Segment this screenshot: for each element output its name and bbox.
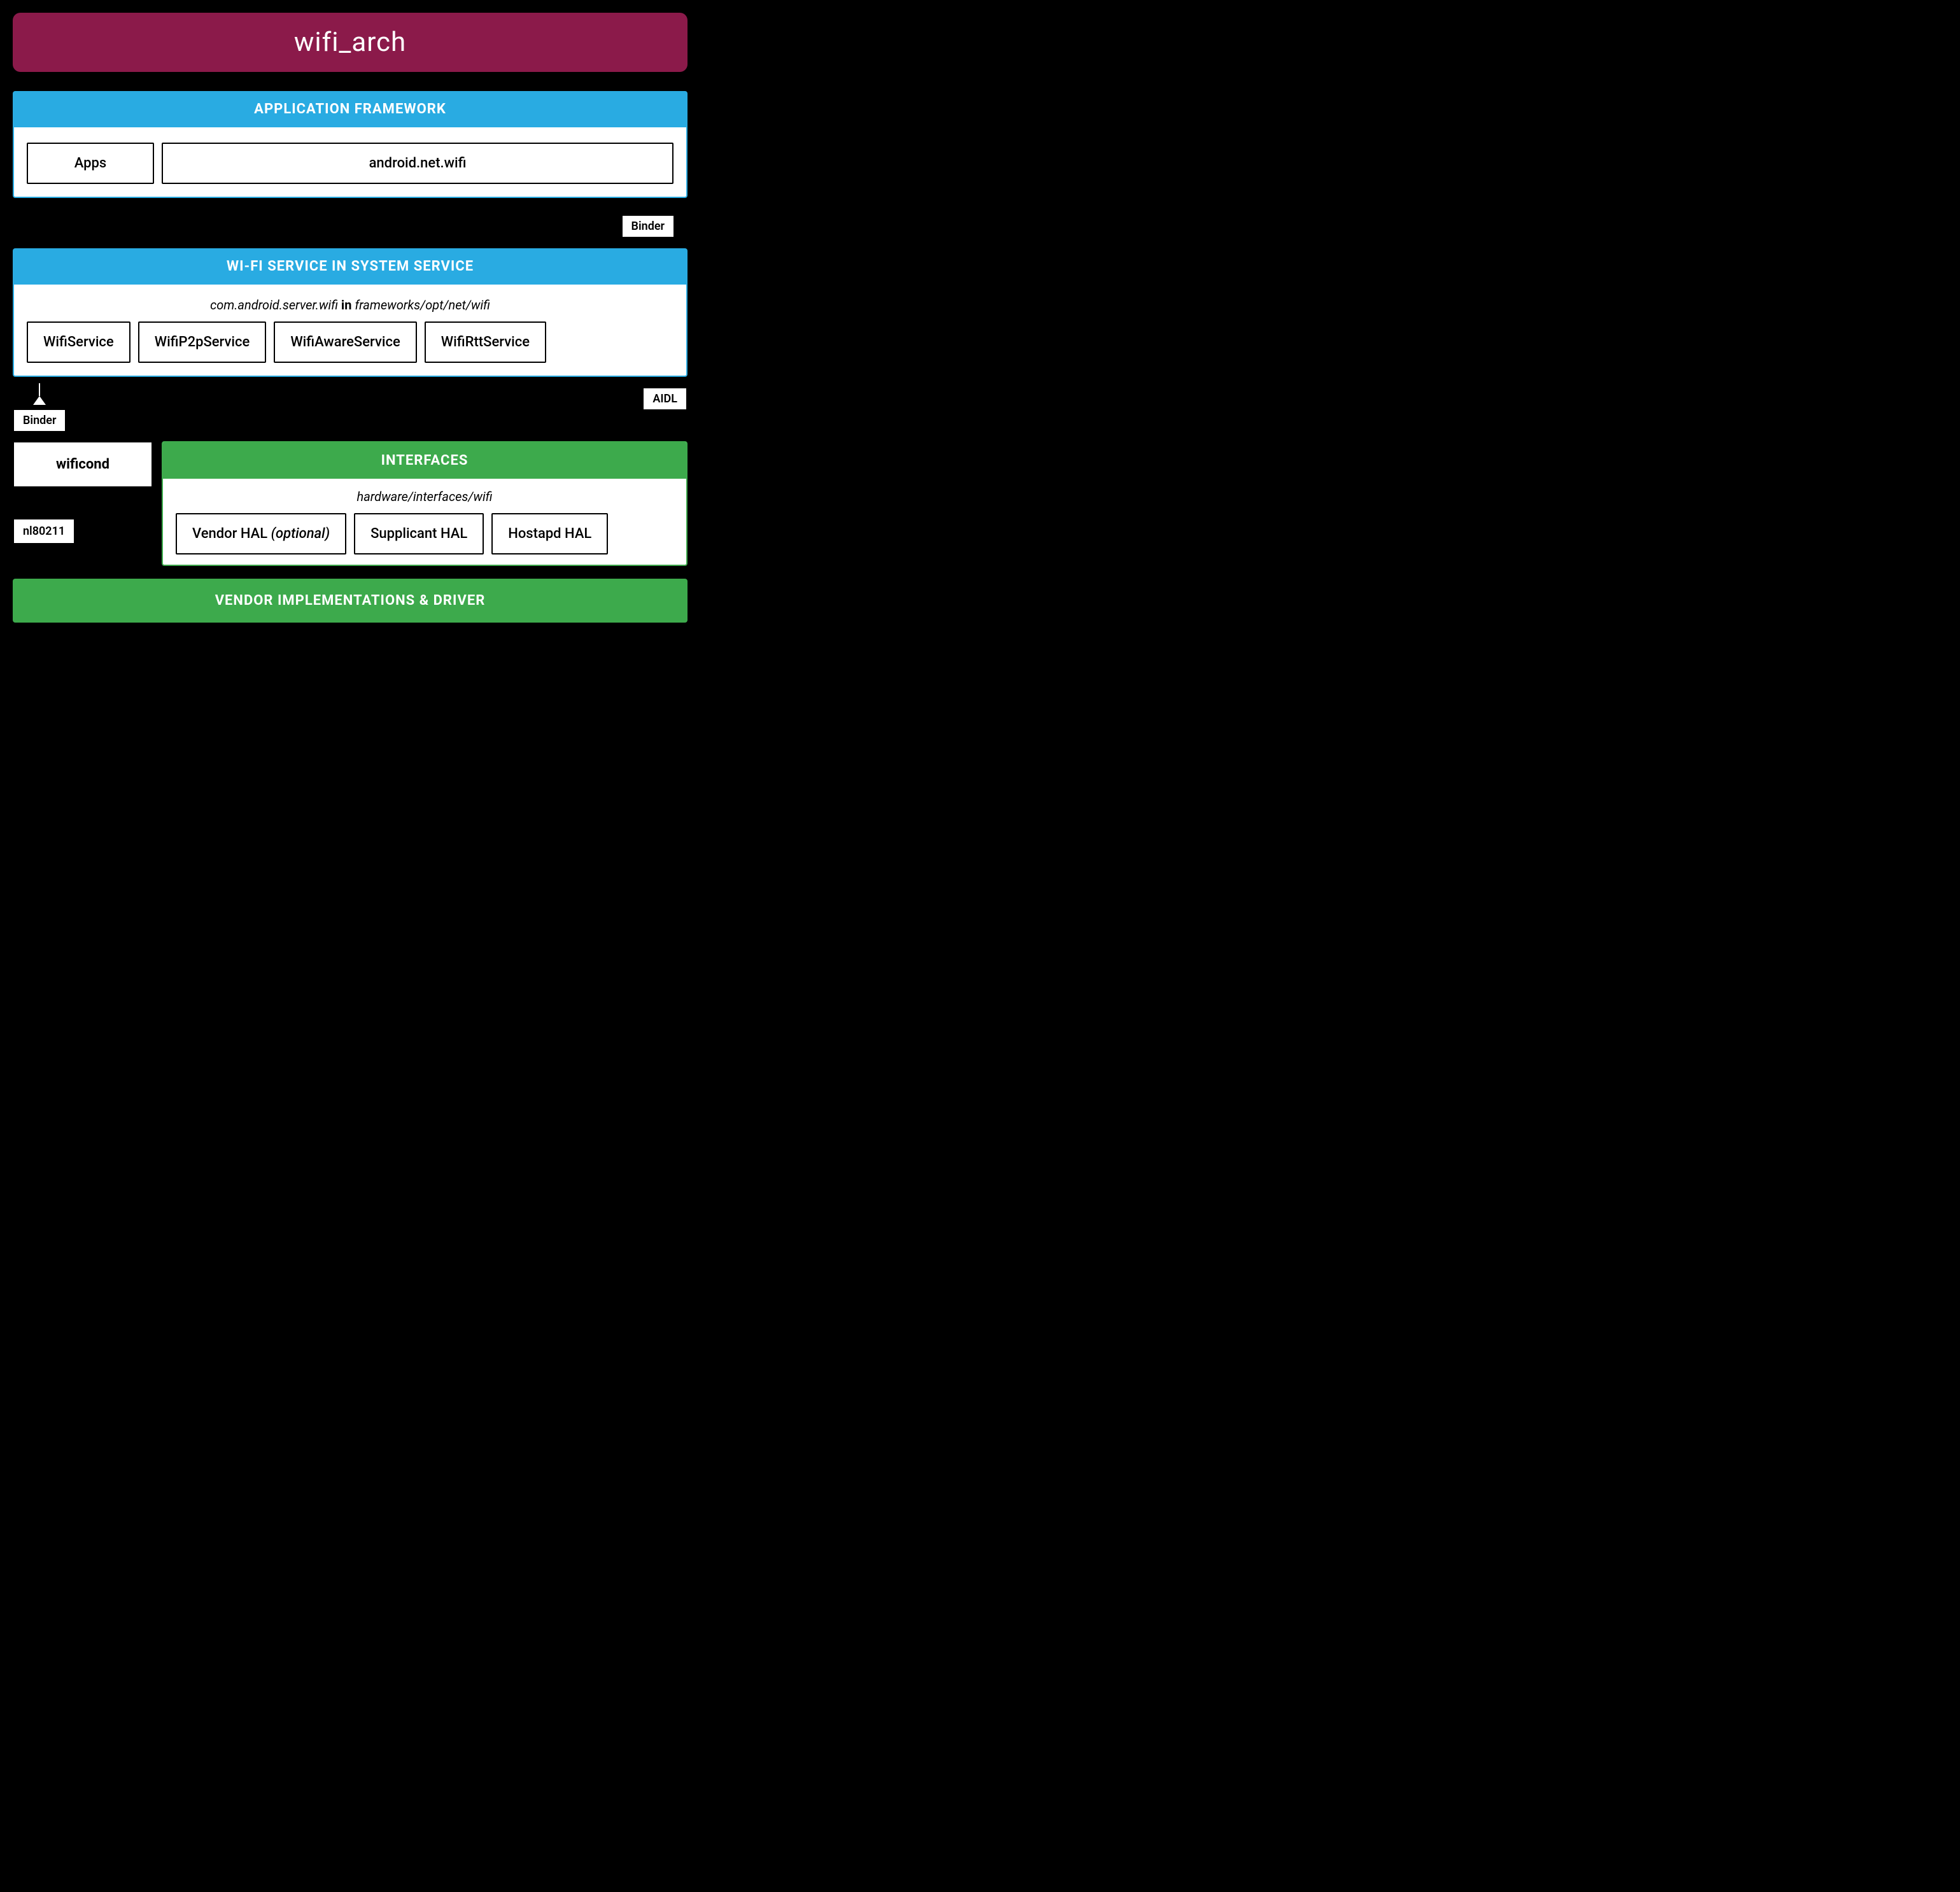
wifi-service-boxes: WifiService WifiP2pService WifiAwareServ…	[27, 321, 673, 363]
left-col: wificond nl80211	[13, 441, 153, 566]
binder-top-label: Binder	[621, 215, 675, 238]
supplicant-hal-box: Supplicant HAL	[354, 513, 484, 554]
vendor-bar: VENDOR IMPLEMENTATIONS & DRIVER	[13, 579, 687, 623]
app-framework-label: APPLICATION FRAMEWORK	[254, 101, 446, 117]
wificond-box: wificond	[13, 441, 153, 488]
vendor-hal-box: Vendor HAL (optional)	[176, 513, 346, 554]
binder-top-row: Binder	[13, 204, 687, 248]
interfaces-boxes: Vendor HAL (optional) Supplicant HAL Hos…	[176, 513, 673, 554]
app-framework-content: Apps android.net.wifi	[13, 127, 687, 198]
wifi-service-section: Wi-Fi SERVICE IN SYSTEM SERVICE com.andr…	[13, 248, 687, 377]
wifi-service-subtitle: com.android.server.wifi in frameworks/op…	[27, 297, 673, 313]
interfaces-header: INTERFACES	[163, 442, 686, 479]
wifi-service-box: WifiService	[27, 321, 130, 363]
hostapd-hal-box: Hostapd HAL	[491, 513, 608, 554]
app-framework-section: APPLICATION FRAMEWORK Apps android.net.w…	[13, 91, 687, 198]
subtitle-package: com.android.server.wifi	[210, 297, 338, 313]
apps-box: Apps	[27, 143, 154, 184]
page-title: wifi_arch	[38, 27, 662, 58]
android-net-wifi-box: android.net.wifi	[162, 143, 673, 184]
wifi-service-header: Wi-Fi SERVICE IN SYSTEM SERVICE	[13, 248, 687, 285]
interfaces-label: INTERFACES	[381, 453, 469, 469]
wifiaware-service-box: WifiAwareService	[274, 321, 416, 363]
subtitle-path: frameworks/opt/net/wifi	[355, 297, 490, 313]
wifi-service-label: Wi-Fi SERVICE IN SYSTEM SERVICE	[227, 258, 474, 274]
binder-left-label: Binder	[13, 409, 66, 432]
wifirtt-service-box: WifiRttService	[425, 321, 546, 363]
interfaces-section: INTERFACES hardware/interfaces/wifi Vend…	[162, 441, 687, 566]
binder-left-col: Binder	[13, 383, 66, 436]
wifi-service-content: com.android.server.wifi in frameworks/op…	[13, 285, 687, 377]
interfaces-content: hardware/interfaces/wifi Vendor HAL (opt…	[163, 479, 686, 565]
app-framework-boxes: Apps android.net.wifi	[27, 143, 673, 184]
aidl-label: AIDL	[642, 387, 687, 411]
app-framework-header: APPLICATION FRAMEWORK	[13, 91, 687, 127]
title-bar: wifi_arch	[13, 13, 687, 72]
subtitle-in: in	[341, 297, 352, 313]
wifip2p-service-box: WifiP2pService	[138, 321, 267, 363]
nl80211-box: nl80211	[13, 518, 75, 544]
interfaces-subtitle: hardware/interfaces/wifi	[176, 489, 673, 504]
middle-row: wificond nl80211 INTERFACES hardware/int…	[13, 441, 687, 566]
vendor-bar-label: VENDOR IMPLEMENTATIONS & DRIVER	[215, 593, 486, 609]
